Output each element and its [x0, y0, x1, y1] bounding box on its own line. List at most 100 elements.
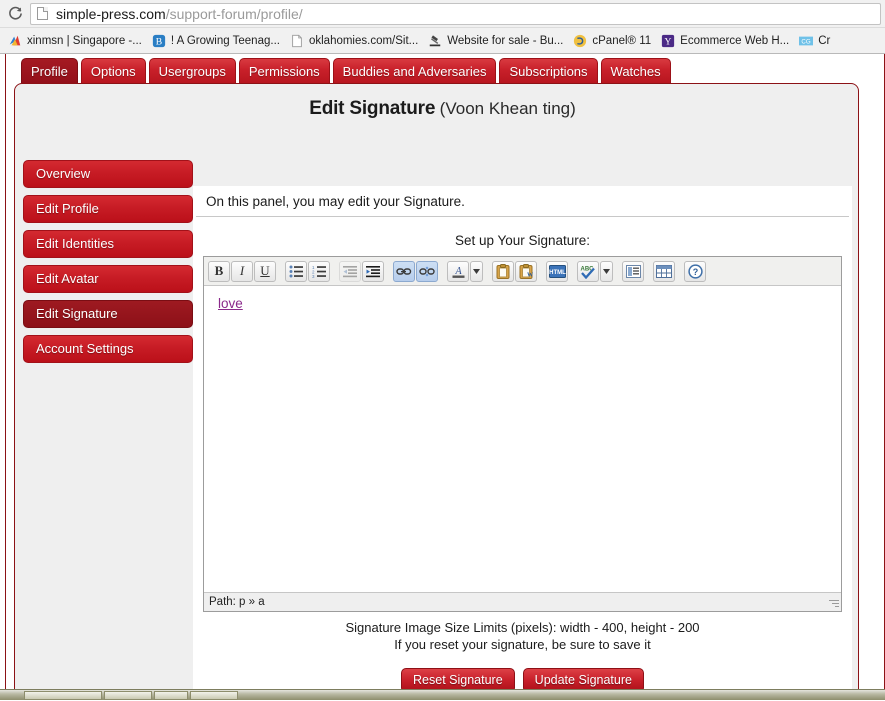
svg-text:CG: CG — [802, 38, 811, 45]
taskbar-item[interactable] — [24, 690, 102, 700]
svg-text:B: B — [156, 36, 162, 47]
help-icon[interactable]: ? — [684, 260, 706, 282]
signature-content-link[interactable]: love — [218, 296, 243, 311]
underline-icon[interactable]: U — [254, 260, 276, 282]
numbered-list-icon[interactable]: 1 2 3 — [308, 260, 330, 282]
insert-layer-icon[interactable] — [622, 260, 644, 282]
sidebar-item-edit-signature[interactable]: Edit Signature — [23, 300, 193, 328]
tab-buddies-and-adversaries[interactable]: Buddies and Adversaries — [332, 58, 497, 83]
svg-text:HTML: HTML — [549, 270, 566, 276]
page-title-user: (Voon Khean ting) — [439, 99, 576, 118]
unlink-icon[interactable] — [416, 260, 438, 282]
editor-status-bar: Path: p » a — [204, 592, 841, 611]
paste-from-word-icon[interactable]: W — [515, 260, 537, 282]
signature-main-panel: On this panel, you may edit your Signatu… — [193, 186, 852, 700]
bookmark-label: Cr — [818, 34, 831, 47]
editor-resize-grip[interactable] — [828, 598, 839, 609]
bookmark-ecommerce-web-hosting[interactable]: Y Ecommerce Web H... — [656, 31, 794, 51]
bookmark-a-growing-teenager[interactable]: B ! A Growing Teenag... — [147, 31, 285, 51]
url-host: simple-press.com — [56, 5, 166, 22]
limits-line-2: If you reset your signature, be sure to … — [394, 637, 651, 652]
tab-label: Options — [90, 63, 136, 79]
reload-icon[interactable] — [4, 3, 26, 25]
cpanel-icon — [574, 34, 587, 47]
tab-label: Permissions — [248, 63, 320, 79]
sidebar-item-overview[interactable]: Overview — [23, 160, 193, 188]
page-icon — [37, 7, 48, 20]
html-source-icon[interactable]: HTML — [546, 260, 568, 282]
yahoo-icon: Y — [662, 34, 675, 47]
tab-label: Buddies and Adversaries — [342, 63, 487, 79]
bookmark-label: cPanel® 11 — [592, 34, 652, 47]
insert-link-icon[interactable] — [393, 260, 415, 282]
signature-limits-note: Signature Image Size Limits (pixels): wi… — [193, 612, 852, 653]
bookmark-xinmsn[interactable]: xinmsn | Singapore -... — [3, 31, 147, 51]
sidebar-item-edit-avatar[interactable]: Edit Avatar — [23, 265, 193, 293]
tab-label: Usergroups — [158, 63, 226, 79]
bold-icon[interactable]: B — [208, 260, 230, 282]
os-taskbar — [0, 689, 885, 700]
paste-icon[interactable] — [492, 260, 514, 282]
tab-label: Profile — [31, 63, 68, 79]
bookmark-cr[interactable]: CG Cr — [794, 31, 835, 51]
url-input[interactable]: simple-press.com/support-forum/profile/ — [30, 2, 881, 25]
taskbar-item[interactable] — [154, 690, 188, 700]
sidebar-item-edit-identities[interactable]: Edit Identities — [23, 230, 193, 258]
page-title: Edit Signature — [309, 98, 436, 119]
sidebar-item-label: Edit Identities — [36, 236, 115, 251]
cg-icon: CG — [799, 36, 814, 45]
bookmark-oklahomies[interactable]: oklahomies.com/Sit... — [285, 31, 423, 51]
bookmark-label: xinmsn | Singapore -... — [27, 34, 142, 47]
signature-action-buttons: Reset Signature Update Signature — [193, 653, 852, 693]
tab-usergroups[interactable]: Usergroups — [148, 58, 236, 83]
profile-content-box: Edit Signature (Voon Khean ting) Overvie… — [14, 83, 859, 700]
sidebar-item-label: Edit Profile — [36, 201, 99, 216]
tab-watches[interactable]: Watches — [600, 58, 671, 83]
url-path: /support-forum/profile/ — [165, 5, 303, 22]
text-color-dropdown-arrow-icon[interactable] — [470, 260, 483, 282]
bookmark-label: Ecommerce Web H... — [680, 34, 790, 47]
underline-glyph: U — [260, 263, 270, 278]
svg-text:?: ? — [692, 267, 698, 277]
editor-toolbar: B I U 1 2 3 A W HTML ABC ? — [204, 257, 841, 286]
indent-icon[interactable] — [362, 260, 384, 282]
bookmarks-bar: xinmsn | Singapore -... B ! A Growing Te… — [0, 28, 885, 54]
sidebar-item-edit-profile[interactable]: Edit Profile — [23, 195, 193, 223]
sidebar-item-account-settings[interactable]: Account Settings — [23, 335, 193, 363]
taskbar-item[interactable] — [190, 690, 238, 700]
tab-label: Subscriptions — [509, 63, 588, 79]
sidebar-item-label: Edit Avatar — [36, 271, 99, 286]
signature-editor-body[interactable]: love — [204, 286, 841, 592]
page-icon — [292, 34, 302, 47]
profile-sidebar: Overview Edit Profile Edit Identities Ed… — [23, 160, 193, 370]
bold-glyph: B — [214, 263, 224, 278]
tab-options[interactable]: Options — [80, 58, 146, 83]
outdent-icon[interactable] — [339, 260, 361, 282]
bookmark-label: oklahomies.com/Sit... — [308, 34, 419, 47]
italic-glyph: I — [239, 263, 245, 278]
spellcheck-dropdown-arrow-icon[interactable] — [600, 260, 613, 282]
tab-subscriptions[interactable]: Subscriptions — [499, 58, 598, 83]
tab-profile[interactable]: Profile — [21, 58, 78, 83]
spellcheck-icon[interactable]: ABC — [577, 260, 599, 282]
sidebar-item-label: Overview — [36, 166, 91, 181]
bullet-list-icon[interactable] — [285, 260, 307, 282]
sidebar-item-label: Edit Signature — [36, 306, 118, 321]
page-viewport: Profile Options Usergroups Permissions B… — [0, 54, 885, 700]
editor-path-label: Path: p » a — [209, 596, 265, 608]
text-color-icon[interactable]: A — [447, 260, 469, 282]
panel-intro-text: On this panel, you may edit your Signatu… — [196, 186, 849, 217]
taskbar-item[interactable] — [104, 690, 152, 700]
browser-chrome: simple-press.com/support-forum/profile/ … — [0, 0, 885, 54]
svg-text:A: A — [454, 266, 462, 277]
page-title-row: Edit Signature (Voon Khean ting) — [15, 98, 858, 120]
bookmark-website-for-sale[interactable]: Website for sale - Bu... — [423, 31, 568, 51]
tab-permissions[interactable]: Permissions — [238, 58, 330, 83]
tab-label: Watches — [610, 63, 661, 79]
bookmark-cpanel[interactable]: cPanel® 11 — [568, 31, 656, 51]
bookmark-label: Website for sale - Bu... — [447, 34, 564, 47]
insert-table-icon[interactable] — [653, 260, 675, 282]
italic-icon[interactable]: I — [231, 260, 253, 282]
bookmark-label: ! A Growing Teenag... — [170, 34, 280, 47]
xinmsn-icon — [9, 35, 21, 45]
